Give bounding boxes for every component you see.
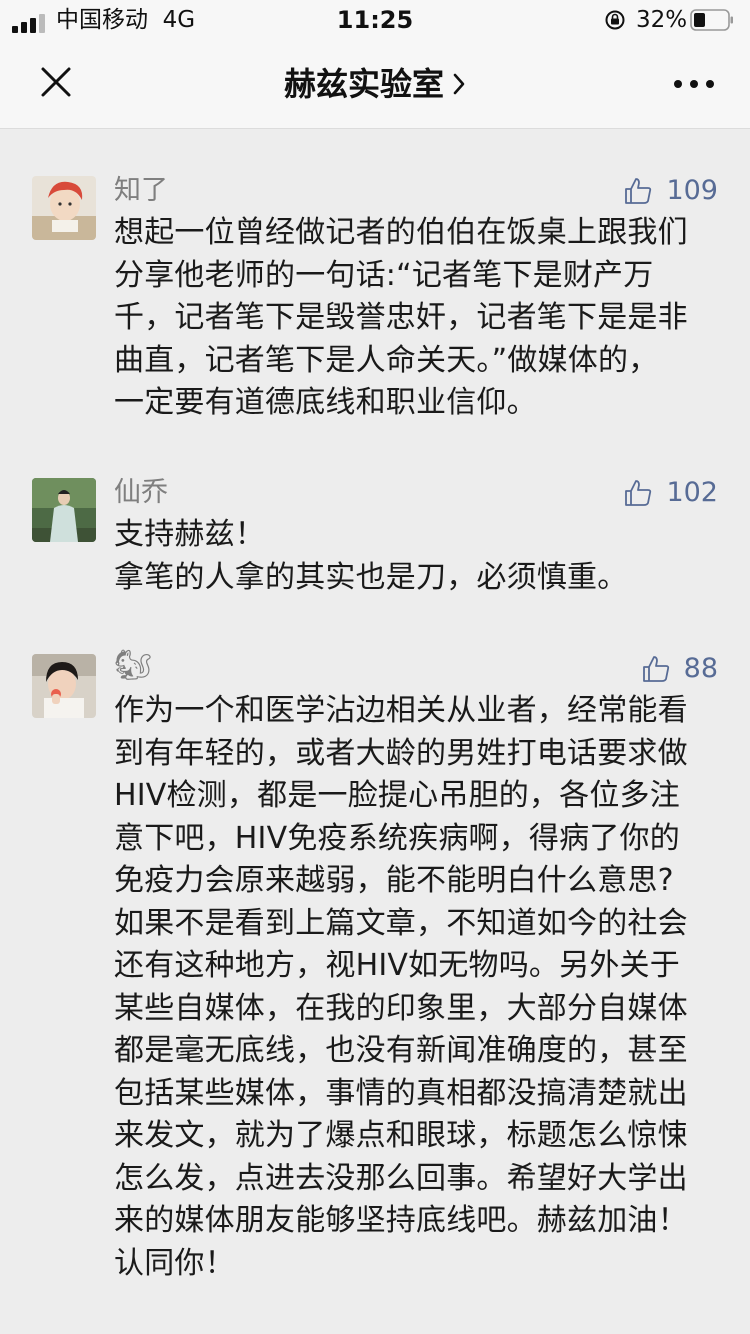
more-dots-icon[interactable] (672, 74, 716, 94)
page-title[interactable]: 赫兹实验室 (0, 64, 750, 104)
comment-nickname: 仙乔 (114, 477, 168, 508)
like-count: 109 (666, 175, 718, 206)
like-button[interactable]: 88 (642, 651, 718, 687)
comment-nickname: 🐿 (114, 648, 153, 683)
battery-percent: 32% (636, 7, 688, 33)
comment-text: 想起一位曾经做记者的伯伯在饭桌上跟我们 分享他老师的一句话:“记者笔下是财产万 … (114, 215, 688, 420)
like-button[interactable]: 102 (624, 475, 718, 511)
like-button[interactable]: 109 (624, 173, 718, 209)
thumbs-up-icon (625, 178, 652, 204)
page-title-label: 赫兹实验室 (283, 65, 444, 103)
comment-text: 支持赫兹！ 拿笔的人拿的其实也是刀，必须慎重。 (114, 517, 628, 595)
chevron-right-icon (453, 73, 465, 95)
rotation-lock-icon (605, 10, 625, 30)
avatar[interactable] (32, 478, 96, 542)
comment-text: 作为一个和医学沾边相关从业者，经常能看 到有年轻的，或者大龄的男姓打电话要求做 … (114, 693, 688, 1281)
battery-icon (690, 9, 733, 31)
thumbs-up-icon (642, 656, 669, 682)
thumbs-up-icon (625, 480, 652, 506)
like-count: 88 (683, 653, 718, 684)
avatar[interactable] (32, 654, 96, 718)
like-count: 102 (666, 477, 718, 508)
avatar[interactable] (32, 176, 96, 240)
status-bar: 中国移动 4G 11:25 32% (0, 0, 750, 40)
comment-nickname: 知了 (114, 175, 168, 206)
nav-bar: 赫兹实验室 (0, 40, 750, 129)
